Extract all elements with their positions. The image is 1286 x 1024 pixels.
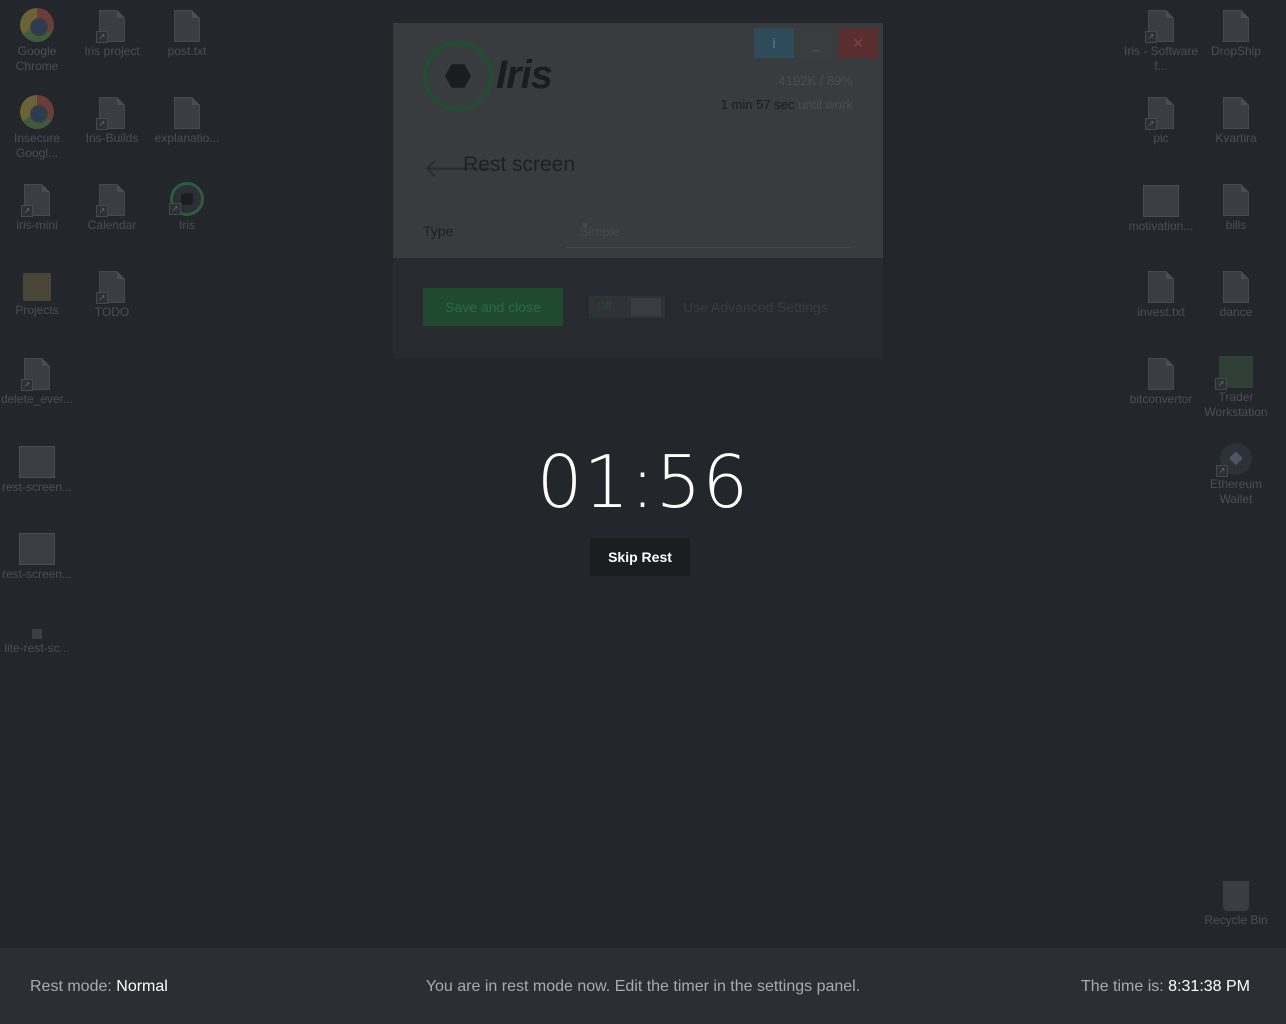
toggle-knob (631, 298, 661, 316)
rest-timer: 01:56 (536, 440, 750, 524)
file-icon: ↗ (21, 184, 50, 217)
minimize-button[interactable]: _ (796, 28, 836, 58)
file-icon (1223, 271, 1249, 303)
shortcut-arrow-icon: ↗ (21, 379, 33, 391)
close-button[interactable]: ✕ (838, 28, 878, 58)
desktop-icon-bills[interactable]: bills (1198, 182, 1274, 233)
iris-settings-window: i _ ✕ Iris 4192K / 89% 1 min 57 sec unti… (393, 23, 883, 358)
desktop-icon-dropship[interactable]: DropShip (1198, 8, 1274, 59)
ethereum-icon: ↗ (1216, 443, 1252, 477)
shortcut-arrow-icon: ↗ (96, 118, 108, 130)
desktop-icon-calendar[interactable]: ↗ Calendar (74, 182, 150, 233)
clock-status: The time is: 8:31:38 PM (1081, 978, 1250, 996)
desktop-icon-recycle-bin[interactable]: Recycle Bin (1198, 878, 1274, 928)
desktop-icon-iris-mini[interactable]: ↗ iris-mini (0, 182, 75, 233)
clock-label: The time is: (1081, 978, 1164, 995)
desktop-icon-delete-ever[interactable]: ↗ delete_ever... (0, 356, 75, 407)
status-footer: Rest mode: Normal You are in rest mode n… (0, 948, 1286, 1024)
desktop-icon-lite-rest-screen[interactable]: lite-rest-sc... (0, 617, 75, 656)
desktop-icon-motivation[interactable]: motivation... (1123, 182, 1199, 234)
shortcut-arrow-icon: ↗ (1215, 378, 1227, 390)
countdown-suffix: until work (798, 97, 853, 112)
file-icon: ↗ (1145, 10, 1174, 43)
desktop-icon-rest-screen-2[interactable]: rest-screen... (0, 530, 75, 582)
chrome-icon (20, 8, 54, 42)
logo-text: Iris (496, 53, 553, 97)
countdown-time: 1 min 57 sec (720, 97, 795, 112)
iris-logo-icon (423, 41, 493, 111)
desktop-icon-iris[interactable]: ↗ Iris (149, 182, 225, 233)
page-title: Rest screen (463, 153, 576, 176)
desktop-icon-projects[interactable]: Projects (0, 269, 75, 318)
file-icon (1223, 10, 1249, 42)
window-header-area: i _ ✕ Iris 4192K / 89% 1 min 57 sec unti… (393, 23, 883, 258)
desktop-icon-bitconvertor[interactable]: bitconvertor (1123, 356, 1199, 407)
shortcut-arrow-icon: ↗ (96, 205, 108, 217)
desktop-icon-pic[interactable]: ↗ pic (1123, 95, 1199, 146)
desktop-icon-dance[interactable]: dance (1198, 269, 1274, 320)
text-file-icon (174, 10, 200, 42)
chrome-icon (20, 95, 54, 129)
shortcut-arrow-icon: ↗ (1216, 465, 1228, 477)
type-select[interactable]: Simple ▼ (566, 215, 851, 248)
image-file-icon (32, 629, 42, 639)
script-file-icon: ↗ (21, 358, 50, 391)
iris-app-icon: ↗ (169, 182, 204, 216)
chevron-down-icon: ▼ (580, 221, 590, 232)
text-file-icon (1148, 271, 1174, 303)
desktop-icon-google-chrome[interactable]: Google Chrome (0, 8, 75, 74)
desktop-icon-ethereum-wallet[interactable]: ↗ Ethereum Wallet (1198, 443, 1274, 507)
clock-value: 8:31:38 PM (1168, 978, 1250, 995)
shortcut-arrow-icon: ↗ (96, 292, 108, 304)
desktop-icon-iris-project[interactable]: ↗ Iris project (74, 8, 150, 59)
shortcut-arrow-icon: ↗ (96, 31, 108, 43)
recycle-bin-icon (1223, 881, 1249, 911)
desktop-icon-trader-workstation[interactable]: ↗ Trader Workstation (1198, 356, 1274, 420)
desktop-icon-invest-txt[interactable]: invest.txt (1123, 269, 1199, 320)
file-icon: ↗ (96, 10, 125, 43)
file-icon: ↗ (96, 184, 125, 217)
shortcut-arrow-icon: ↗ (1145, 31, 1157, 43)
save-and-close-button[interactable]: Save and close (423, 288, 563, 326)
desktop-icon-todo[interactable]: ↗ TODO (74, 269, 150, 320)
text-file-icon (174, 97, 200, 129)
advanced-settings-toggle[interactable]: Off (589, 296, 665, 318)
desktop-icon-explanation[interactable]: explanatio... (149, 95, 225, 146)
file-icon: ↗ (96, 97, 125, 130)
image-file-icon (19, 533, 55, 565)
desktop-icon-insecure-chrome[interactable]: Insecure Googl... (0, 95, 75, 161)
folder-icon (23, 273, 51, 301)
type-label: Type (423, 223, 454, 239)
file-icon (1223, 97, 1249, 129)
shortcut-arrow-icon: ↗ (169, 203, 181, 215)
image-file-icon (19, 446, 55, 478)
desktop-icon-kvartira[interactable]: Kvartira (1198, 95, 1274, 146)
info-button[interactable]: i (754, 28, 794, 58)
shortcut-arrow-icon: ↗ (21, 205, 33, 217)
shortcut-arrow-icon: ↗ (1145, 118, 1157, 130)
file-icon: ↗ (96, 271, 125, 304)
desktop-icon-iris-builds[interactable]: ↗ Iris-Builds (74, 95, 150, 146)
file-icon (1223, 184, 1249, 216)
toggle-state-label: Off (597, 300, 612, 312)
file-icon: ↗ (1145, 97, 1174, 130)
desktop-icon-rest-screen-1[interactable]: rest-screen... (0, 443, 75, 495)
trader-workstation-icon: ↗ (1215, 356, 1253, 390)
file-icon (1148, 358, 1174, 390)
work-countdown: 1 min 57 sec until work (721, 97, 853, 112)
usage-readout: 4192K / 89% (778, 73, 853, 88)
desktop-icon-post-txt[interactable]: post.txt (149, 8, 225, 59)
rest-screen: { "desktop": { "left_icons": [ {"label":… (0, 0, 1286, 1024)
desktop-icon-iris-software[interactable]: ↗ Iris - Software f... (1123, 8, 1199, 74)
image-file-icon (1143, 185, 1179, 217)
advanced-settings-label: Use Advanced Settings (683, 299, 828, 315)
skip-rest-button[interactable]: Skip Rest (590, 538, 690, 576)
